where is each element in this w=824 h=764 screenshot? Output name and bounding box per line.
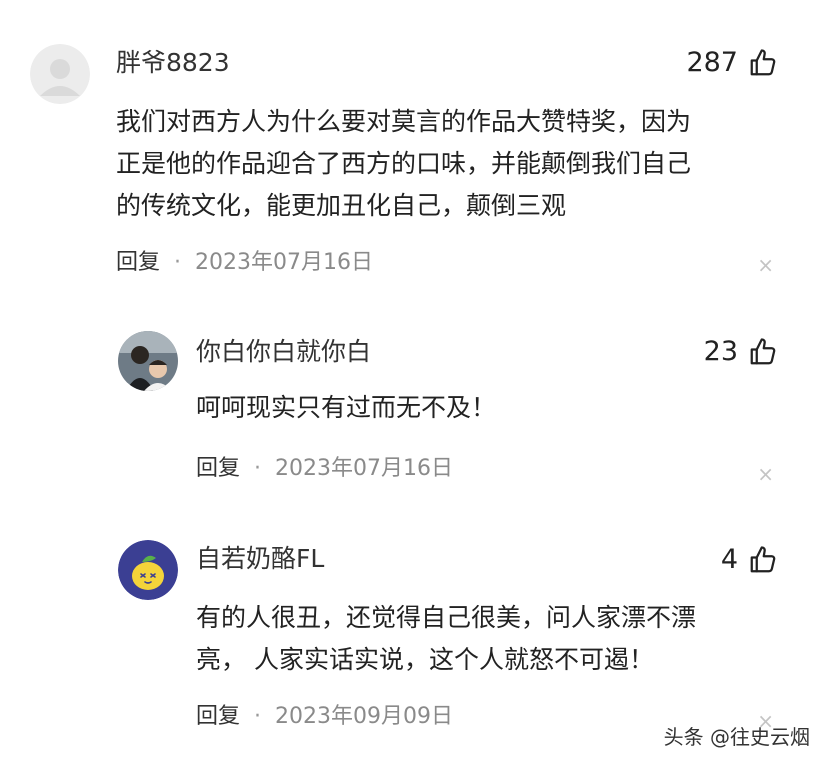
comment-meta: 回复 · 2023年07月16日	[196, 455, 453, 483]
comment-meta: 回复 · 2023年09月09日	[196, 703, 453, 731]
reply-button[interactable]: 回复	[116, 249, 160, 277]
lemon-avatar-icon	[118, 540, 178, 600]
username[interactable]: 你白你白就你白	[196, 337, 371, 367]
comment-date: 2023年07月16日	[195, 250, 373, 275]
like-button[interactable]: 287	[686, 47, 778, 79]
watermark: 头条 @往史云烟	[663, 725, 810, 749]
thumbs-up-icon	[750, 546, 776, 573]
reply-button[interactable]: 回复	[196, 703, 240, 731]
comment-text-line: 的传统文化，能更加丑化自己，颠倒三观	[116, 191, 567, 220]
close-icon[interactable]: ×	[757, 464, 774, 484]
like-button[interactable]: 4	[721, 544, 778, 576]
comment-text-line: 我们对西方人为什么要对莫言的作品大赞特奖，因为	[116, 107, 692, 136]
like-count: 287	[686, 47, 738, 78]
comment-text-line: 呵呵现实只有过而无不及！	[196, 393, 497, 422]
close-icon[interactable]: ×	[757, 255, 774, 275]
like-count: 4	[720, 544, 738, 575]
comment-meta: 回复 · 2023年07月16日	[116, 249, 373, 277]
comment-text: 我们对西方人为什么要对莫言的作品大赞特奖，因为 正是他的作品迎合了西方的口味，并…	[116, 101, 776, 227]
reply-button[interactable]: 回复	[196, 455, 240, 483]
like-button[interactable]: 23	[704, 336, 778, 368]
comment-text-line: 亮， 人家实话实说，这个人就怒不可遏！	[196, 645, 654, 674]
username[interactable]: 胖爷8823	[116, 48, 230, 78]
thumbs-up-icon	[750, 338, 776, 365]
separator-dot: ·	[174, 250, 182, 275]
separator-dot: ·	[254, 704, 262, 729]
avatar[interactable]	[118, 540, 178, 600]
comment-text-line: 正是他的作品迎合了西方的口味，并能颠倒我们自己	[116, 149, 692, 178]
comment-text: 有的人很丑，还觉得自己很美，问人家漂不漂 亮， 人家实话实说，这个人就怒不可遏！	[196, 597, 786, 681]
comment-text-line: 有的人很丑，还觉得自己很美，问人家漂不漂	[196, 603, 697, 632]
like-count: 23	[703, 336, 738, 367]
thumbs-up-icon	[750, 49, 776, 76]
avatar[interactable]	[30, 44, 90, 104]
comment-text: 呵呵现实只有过而无不及！	[196, 387, 786, 429]
avatar[interactable]	[118, 331, 178, 391]
photo-avatar-icon	[118, 331, 178, 391]
avatar-placeholder-icon	[30, 44, 90, 104]
comment-date: 2023年09月09日	[275, 704, 453, 729]
username[interactable]: 自若奶酪FL	[196, 544, 324, 574]
separator-dot: ·	[254, 456, 262, 481]
comment-date: 2023年07月16日	[275, 456, 453, 481]
